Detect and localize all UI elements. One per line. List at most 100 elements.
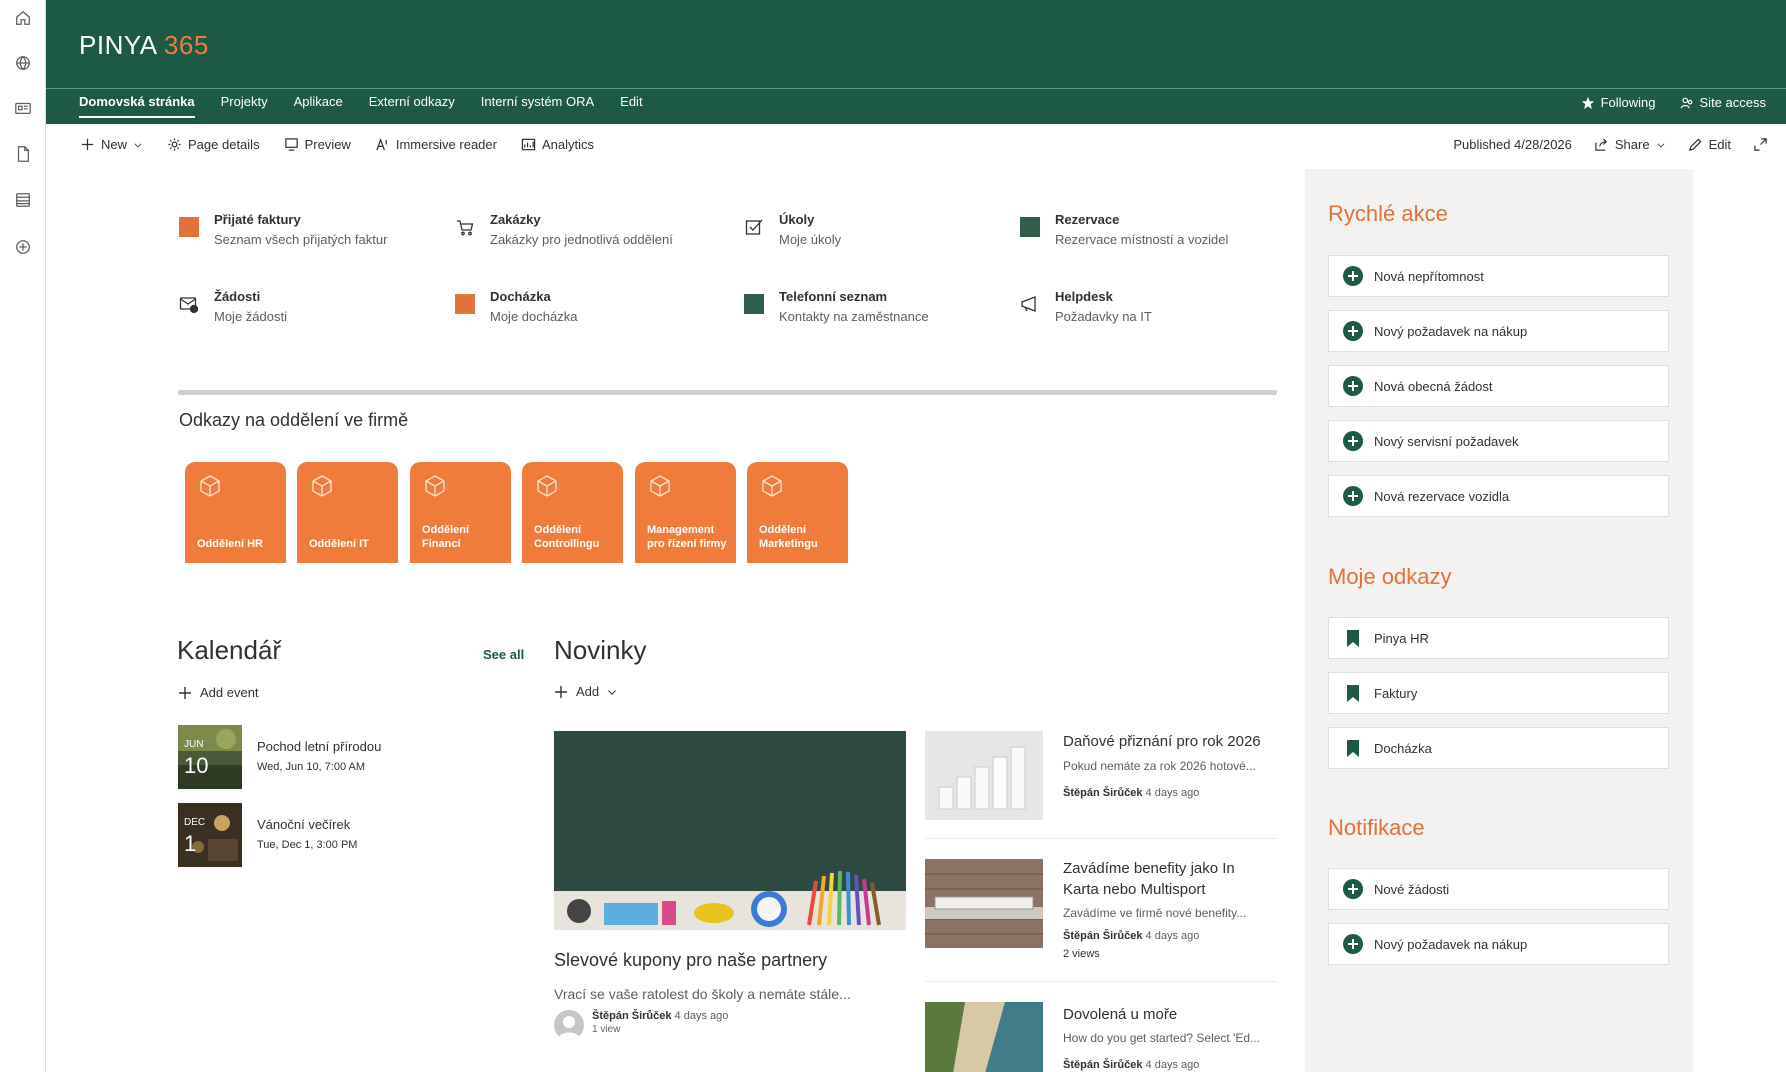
quick-action-label: Nová obecná žádost xyxy=(1374,378,1493,394)
add-circle-icon xyxy=(1343,266,1363,286)
department-tile[interactable]: Oddělení Financí xyxy=(410,462,511,563)
department-tile[interactable]: Management pro řízení firmy xyxy=(635,462,736,563)
edit-button[interactable]: Edit xyxy=(1688,137,1731,152)
site-logo-title[interactable]: PINYA 365 xyxy=(79,30,209,61)
quicklink-item[interactable]: Docházka Moje docházka xyxy=(454,287,577,327)
quicklink-subtitle: Rezervace místností a vozidel xyxy=(1055,232,1229,247)
notification-button[interactable]: Nový požadavek na nákup xyxy=(1328,923,1669,965)
app-rail xyxy=(0,0,46,1072)
my-link-button[interactable]: Docházka xyxy=(1328,727,1669,769)
quick-action-label: Nová rezervace vozidla xyxy=(1374,488,1510,504)
nav-external-links[interactable]: Externí odkazy xyxy=(369,94,455,118)
news-main-title[interactable]: Slevové kupony pro naše partnery xyxy=(554,950,827,971)
share-button[interactable]: Share xyxy=(1594,137,1666,152)
quicklink-item[interactable]: Úkoly Moje úkoly xyxy=(743,210,841,250)
cube-icon xyxy=(425,475,445,497)
news-icon[interactable] xyxy=(13,98,33,118)
preview-label: Preview xyxy=(304,137,351,152)
immersive-reader-icon xyxy=(376,138,387,151)
people-icon xyxy=(1680,97,1692,108)
home-icon[interactable] xyxy=(13,8,33,28)
quick-action-button[interactable]: Nový servisní požadavek xyxy=(1328,420,1669,462)
document-icon[interactable] xyxy=(13,144,33,164)
list-icon[interactable] xyxy=(13,190,33,210)
news-description: Zavádíme ve firmě nové benefity... xyxy=(1063,906,1247,920)
nav-apps[interactable]: Aplikace xyxy=(294,94,343,118)
calendar-event[interactable]: DEC 1 Vánoční večírek Tue, Dec 1, 3:00 P… xyxy=(178,803,357,867)
nav-edit[interactable]: Edit xyxy=(620,94,642,118)
page-details-button[interactable]: Page details xyxy=(167,137,260,152)
notification-label: Nový požadavek na nákup xyxy=(1374,936,1528,952)
preview-button[interactable]: Preview xyxy=(284,137,351,152)
add-circle-icon xyxy=(1343,431,1363,451)
analytics-button[interactable]: Analytics xyxy=(521,137,594,152)
site-access-button[interactable]: Site access xyxy=(1680,95,1766,110)
calendar-heading: Kalendář xyxy=(177,635,282,665)
quicklink-title: Docházka xyxy=(490,289,551,304)
news-thumbnail xyxy=(925,859,1043,948)
add-news-label: Add xyxy=(576,684,600,699)
calendar-see-all-link[interactable]: See all xyxy=(483,647,524,662)
nav-projects[interactable]: Projekty xyxy=(221,94,268,118)
news-main-image[interactable] xyxy=(554,731,906,930)
published-date: Published 4/28/2026 xyxy=(1453,137,1572,152)
news-list-item[interactable]: Daňové přiznání pro rok 2026 Pokud nemát… xyxy=(925,731,1277,841)
add-event-button[interactable]: Add event xyxy=(178,685,259,700)
nav-internal-system[interactable]: Interní systém ORA xyxy=(481,94,594,118)
cube-icon xyxy=(650,475,670,497)
quick-action-button[interactable]: Nová obecná žádost xyxy=(1328,365,1669,407)
department-tile[interactable]: Oddělení IT xyxy=(297,462,398,563)
department-tile-label: Oddělení Marketingu xyxy=(759,524,818,550)
my-link-label: Docházka xyxy=(1374,740,1432,756)
globe-icon[interactable] xyxy=(13,53,33,73)
following-button[interactable]: Following xyxy=(1581,95,1656,110)
quicklink-item[interactable]: Telefonní seznam Kontakty na zaměstnance xyxy=(743,287,929,327)
department-tile-label: Oddělení IT xyxy=(309,538,369,550)
nav-home[interactable]: Domovská stránka xyxy=(79,94,195,118)
department-tile[interactable]: Oddělení HR xyxy=(185,462,286,563)
quicklink-item[interactable]: Žádosti Moje žádosti xyxy=(178,287,287,327)
department-tile[interactable]: Oddělení Controllingu xyxy=(522,462,623,563)
notification-button[interactable]: Nové žádosti xyxy=(1328,868,1669,910)
gear-icon xyxy=(168,138,181,151)
news-title: Daňové přiznání pro rok 2026 xyxy=(1063,733,1261,750)
immersive-reader-label: Immersive reader xyxy=(395,137,497,152)
department-tile[interactable]: Oddělení Marketingu xyxy=(747,462,848,563)
quick-action-label: Nová nepřítomnost xyxy=(1374,268,1484,284)
my-link-button[interactable]: Pinya HR xyxy=(1328,617,1669,659)
pencil-icon xyxy=(1688,138,1702,152)
header-actions: Following Site access xyxy=(1581,95,1766,110)
quicklink-item[interactable]: Přijaté faktury Seznam všech přijatých f… xyxy=(178,210,387,250)
add-news-button[interactable]: Add xyxy=(554,684,617,699)
quick-actions-title: Rychlé akce xyxy=(1328,201,1448,226)
news-list-item[interactable]: Dovolená u moře How do you get started? … xyxy=(925,1001,1277,1072)
quick-action-button[interactable]: Nová nepřítomnost xyxy=(1328,255,1669,297)
calendar-event[interactable]: JUN 10 Pochod letní přírodou Wed, Jun 10… xyxy=(178,725,381,789)
analytics-icon xyxy=(521,138,536,151)
department-tile-label: Oddělení HR xyxy=(197,538,264,550)
add-circle-icon xyxy=(1343,321,1363,341)
quick-action-button[interactable]: Nový požadavek na nákup xyxy=(1328,310,1669,352)
quicklink-item[interactable]: Helpdesk Požadavky na IT xyxy=(1019,287,1152,327)
add-circle-icon xyxy=(1343,486,1363,506)
quicklink-subtitle: Moje žádosti xyxy=(214,309,287,324)
add-circle-icon[interactable] xyxy=(13,237,33,257)
brick-wall-image xyxy=(925,859,1043,948)
event-month: DEC xyxy=(184,817,206,828)
cart-icon xyxy=(454,216,476,238)
news-list-item[interactable]: Zavádíme benefity jako In Karta nebo Mul… xyxy=(925,858,1277,983)
quick-action-button[interactable]: Nová rezervace vozidla xyxy=(1328,475,1669,517)
expand-button[interactable] xyxy=(1753,137,1768,152)
my-link-button[interactable]: Faktury xyxy=(1328,672,1669,714)
quicklink-title: Helpdesk xyxy=(1055,289,1113,304)
immersive-reader-button[interactable]: Immersive reader xyxy=(375,137,497,152)
quicklink-title: Rezervace xyxy=(1055,212,1120,227)
cube-icon xyxy=(200,475,220,497)
add-circle-icon xyxy=(1343,879,1363,899)
my-link-label: Pinya HR xyxy=(1374,630,1429,646)
quicklink-item[interactable]: Zakázky Zakázky pro jednotlivá oddělení xyxy=(454,210,673,250)
quicklink-subtitle: Zakázky pro jednotlivá oddělení xyxy=(490,232,673,247)
new-button[interactable]: New xyxy=(80,137,143,152)
green-square-icon xyxy=(743,293,765,315)
quicklink-item[interactable]: Rezervace Rezervace místností a vozidel xyxy=(1019,210,1228,250)
